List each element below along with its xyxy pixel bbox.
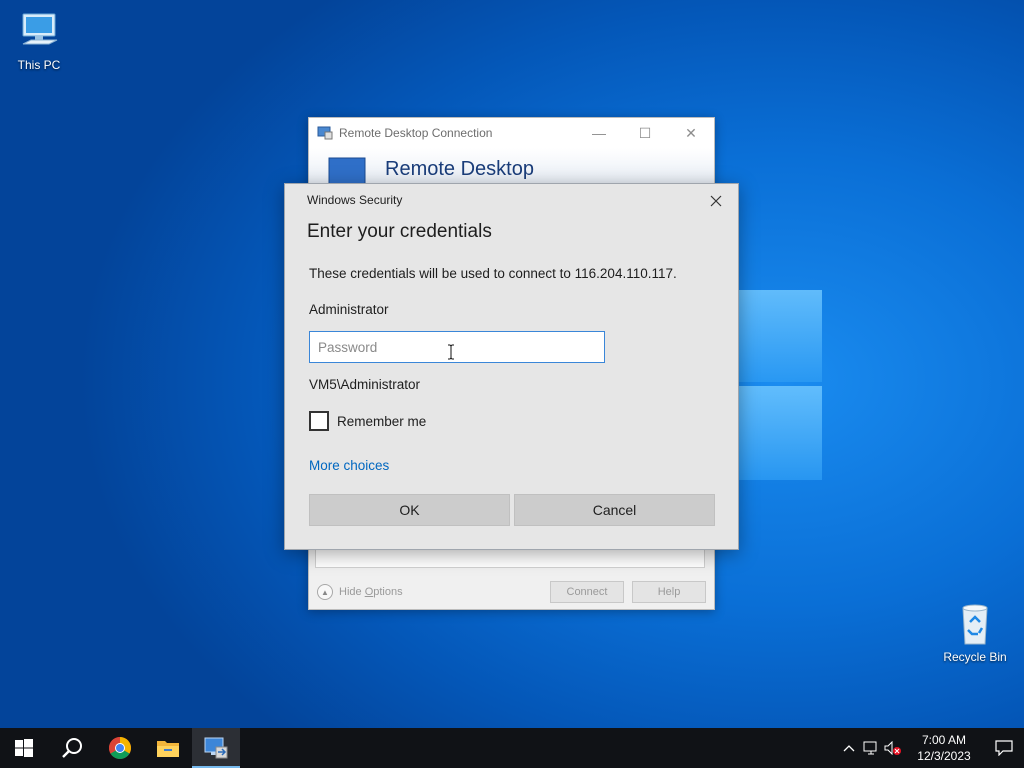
- rdc-banner: Remote Desktop: [309, 148, 714, 184]
- close-button[interactable]: [702, 189, 730, 213]
- chrome-icon: [109, 737, 131, 759]
- more-choices-link[interactable]: More choices: [309, 458, 389, 473]
- desktop-icon-recycle-bin[interactable]: Recycle Bin: [937, 602, 1013, 664]
- remote-desktop-icon: [317, 126, 333, 140]
- remote-desktop-icon: [204, 737, 228, 759]
- close-icon: [710, 195, 722, 207]
- remember-me-checkbox[interactable]: Remember me: [309, 411, 426, 431]
- network-icon: [863, 741, 877, 755]
- dialog-heading: Enter your credentials: [307, 221, 492, 242]
- domain-user-label: VM5\Administrator: [309, 377, 421, 392]
- windows-security-dialog: Windows Security Enter your credentials …: [284, 183, 739, 550]
- file-explorer-icon: [157, 741, 179, 757]
- action-center-button[interactable]: [984, 728, 1024, 768]
- recycle-bin-icon: [953, 602, 997, 646]
- start-icon: [15, 739, 33, 757]
- network-button[interactable]: [860, 728, 882, 768]
- cancel-button[interactable]: Cancel: [514, 494, 715, 526]
- computer-icon: [17, 10, 61, 54]
- desktop-icon-this-pc[interactable]: This PC: [1, 10, 77, 72]
- file-explorer-taskbar-button[interactable]: [144, 728, 192, 768]
- maximize-button[interactable]: ☐: [622, 118, 668, 148]
- rdc-title: Remote Desktop Connection: [339, 126, 493, 140]
- help-button[interactable]: Help: [632, 581, 706, 603]
- rdc-titlebar[interactable]: Remote Desktop Connection — ☐ ✕: [309, 118, 714, 148]
- remember-me-label: Remember me: [337, 413, 427, 429]
- hide-options-link[interactable]: Hide Options: [339, 586, 550, 598]
- search-icon: [62, 738, 82, 758]
- rdc-bottom-bar: ▲ Hide Options Connect Help: [309, 578, 714, 606]
- desktop-icon-label: Recycle Bin: [943, 650, 1007, 664]
- monitor-icon: [327, 156, 371, 184]
- minimize-button[interactable]: —: [576, 118, 622, 148]
- taskbar-clock[interactable]: 7:00 AM 12/3/2023: [908, 732, 980, 764]
- volume-muted-icon: [884, 741, 901, 755]
- start-button[interactable]: [0, 728, 48, 768]
- chevron-up-icon: [843, 745, 855, 752]
- checkbox-box[interactable]: [309, 411, 329, 431]
- search-button[interactable]: [48, 728, 96, 768]
- chrome-taskbar-button[interactable]: [96, 728, 144, 768]
- password-input[interactable]: [309, 331, 605, 363]
- desktop-icon-label: This PC: [17, 58, 61, 72]
- remote-desktop-taskbar-button[interactable]: [192, 728, 240, 768]
- rdc-field-strip: [315, 548, 705, 568]
- connect-button[interactable]: Connect: [550, 581, 624, 603]
- taskbar: 7:00 AM 12/3/2023: [0, 728, 1024, 768]
- chevron-up-icon[interactable]: ▲: [317, 584, 333, 600]
- notification-icon: [995, 740, 1013, 756]
- dialog-title: Windows Security: [307, 193, 403, 207]
- dialog-description: These credentials will be used to connec…: [309, 266, 677, 281]
- clock-date: 12/3/2023: [917, 749, 971, 763]
- username-label: Administrator: [309, 302, 389, 317]
- system-tray: 7:00 AM 12/3/2023: [838, 728, 1024, 768]
- show-hidden-icons-button[interactable]: [838, 728, 860, 768]
- clock-time: 7:00 AM: [921, 733, 967, 747]
- ok-button[interactable]: OK: [309, 494, 510, 526]
- rdc-banner-title: Remote Desktop: [385, 158, 534, 180]
- close-button[interactable]: ✕: [668, 118, 714, 148]
- volume-button[interactable]: [882, 728, 904, 768]
